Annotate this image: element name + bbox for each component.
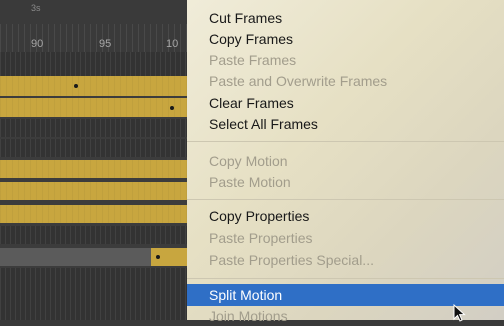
menu-item-paste-properties: Paste Properties: [209, 230, 313, 246]
menu-item-paste-frames: Paste Frames: [209, 52, 297, 68]
menu-item-paste-motion: Paste Motion: [209, 174, 291, 190]
timeline-layer-empty[interactable]: [0, 119, 190, 137]
keyframe-marker[interactable]: [170, 106, 174, 110]
keyframe-marker[interactable]: [156, 255, 160, 259]
timeline-layer-tween[interactable]: [0, 182, 190, 200]
menu-item-split-motion-highlight[interactable]: Split Motion: [187, 284, 504, 306]
timeline-layer-selected[interactable]: [0, 248, 190, 266]
menu-separator: [187, 278, 504, 279]
keyframe-marker[interactable]: [74, 84, 78, 88]
timeline-layer-empty[interactable]: [0, 52, 190, 76]
timeline-layer-tween[interactable]: [0, 205, 190, 223]
menu-item-join-motions: Join Motions: [209, 308, 288, 324]
menu-item-copy-motion: Copy Motion: [209, 153, 288, 169]
timeline-panel: 3s 90 95 10: [0, 0, 190, 320]
timeline-layer-empty[interactable]: [0, 226, 190, 244]
ruler-number-100: 10: [166, 38, 179, 50]
mouse-pointer-icon: [453, 304, 466, 322]
menu-item-paste-overwrite-frames: Paste and Overwrite Frames: [209, 73, 388, 89]
ruler-number-95: 95: [99, 38, 112, 50]
menu-item-clear-frames[interactable]: Clear Frames: [209, 93, 294, 113]
menu-item-copy-properties[interactable]: Copy Properties: [209, 206, 309, 226]
ruler-number-90: 90: [31, 38, 44, 50]
time-header: 3s: [0, 0, 190, 24]
menu-item-split-motion[interactable]: Split Motion: [209, 285, 282, 305]
menu-item-select-all-frames[interactable]: Select All Frames: [209, 114, 318, 134]
context-menu: Cut Frames Copy Frames Paste Frames Past…: [187, 0, 504, 324]
menu-item-cut-frames[interactable]: Cut Frames: [209, 8, 282, 28]
menu-separator: [187, 199, 504, 200]
timeline-layer-empty[interactable]: [0, 268, 190, 320]
seconds-label: 3s: [31, 3, 41, 13]
timeline-layer-tween[interactable]: [0, 98, 190, 117]
timeline-layer-empty[interactable]: [0, 139, 190, 157]
frame-ruler[interactable]: 90 95 10: [0, 24, 190, 52]
timeline-layer-tween[interactable]: [0, 76, 190, 96]
menu-separator: [187, 141, 504, 142]
menu-item-copy-frames[interactable]: Copy Frames: [209, 29, 293, 49]
timeline-layer-tween[interactable]: [0, 160, 190, 178]
menu-item-paste-properties-special: Paste Properties Special...: [209, 252, 374, 268]
